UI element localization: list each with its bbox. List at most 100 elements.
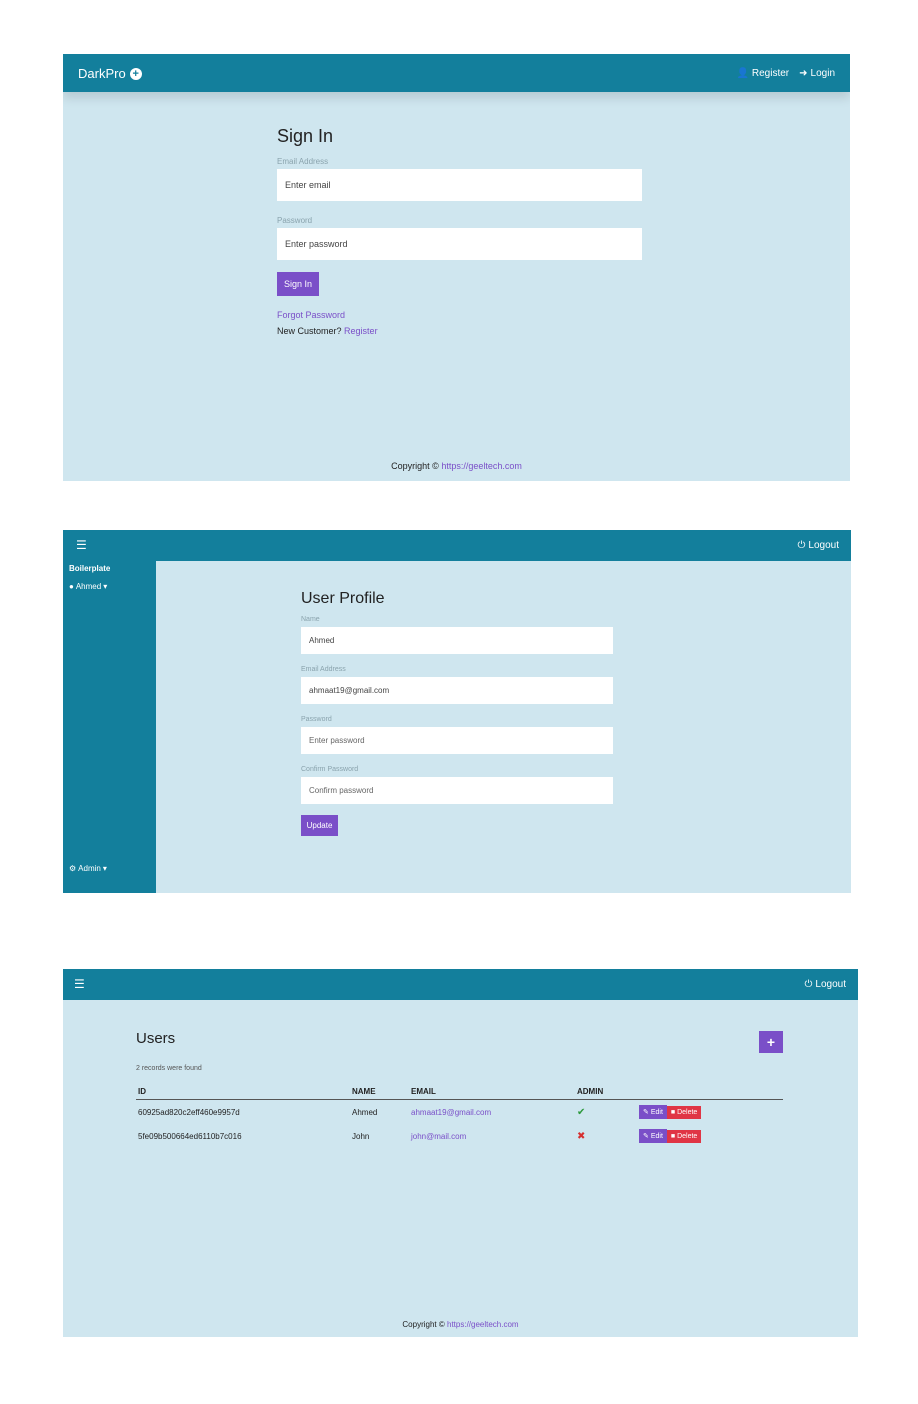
edit-button[interactable]: ✎ Edit	[639, 1105, 667, 1119]
logout-label: Logout	[808, 540, 839, 551]
delete-button[interactable]: ■ Delete	[666, 1106, 702, 1119]
table-row: 5fe09b500664ed6110b7c016 John john@mail.…	[136, 1124, 783, 1148]
table-row: 60925ad820c2eff460e9957d Ahmed ahmaat19@…	[136, 1100, 783, 1125]
admin-menu-label: Admin	[78, 864, 101, 873]
signin-screen: DarkPro + 👤 Register ➜ Login Sign In Ema…	[63, 54, 850, 481]
name-label: Name	[301, 616, 320, 623]
logout-label: Logout	[815, 979, 846, 990]
delete-label: Delete	[677, 1109, 698, 1116]
profile-title: User Profile	[301, 590, 385, 607]
admin-menu[interactable]: ⚙ Admin ▾	[69, 864, 107, 873]
signin-title: Sign In	[277, 126, 334, 146]
password-placeholder: Enter password	[309, 736, 365, 745]
user-circle-icon: ●	[69, 582, 74, 591]
copyright-text: Copyright ©	[391, 461, 439, 471]
times-circle-icon: ✖	[577, 1130, 586, 1142]
register-nav-link[interactable]: 👤 Register	[736, 68, 789, 79]
caret-down-icon: ▾	[103, 582, 108, 591]
topbar: ☰ ⏻ Logout	[63, 530, 851, 561]
row-actions: ✎ Edit ■ Delete	[637, 1124, 783, 1148]
edit-label: Edit	[650, 1133, 663, 1140]
user-plus-icon: 👤	[736, 68, 749, 79]
new-customer-text: New Customer?	[277, 326, 342, 336]
edit-label: Edit	[650, 1109, 663, 1116]
user-name: John	[352, 1131, 370, 1141]
delete-button[interactable]: ■ Delete	[666, 1130, 702, 1143]
user-email-link[interactable]: ahmaat19@gmail.com	[411, 1108, 491, 1117]
forgot-password-link[interactable]: Forgot Password	[277, 310, 345, 320]
confirm-password-placeholder: Confirm password	[309, 786, 374, 795]
column-header-actions	[637, 1084, 783, 1100]
password-field[interactable]: Enter password	[277, 228, 642, 260]
password-placeholder: Enter password	[285, 239, 348, 249]
menu-toggle-icon[interactable]: ☰	[74, 977, 85, 991]
email-field[interactable]: ahmaat19@gmail.com	[301, 677, 613, 704]
user-menu-label: Ahmed	[75, 582, 102, 591]
user-name: Ahmed	[352, 1107, 378, 1117]
column-header-email: EMAIL	[409, 1084, 575, 1100]
add-user-button[interactable]: +	[759, 1031, 783, 1053]
copyright-text: Copyright ©	[402, 1320, 445, 1329]
sign-in-icon: ➜	[799, 68, 808, 79]
nav-links: 👤 Register ➜ Login	[736, 68, 835, 79]
name-field[interactable]: Ahmed	[301, 627, 613, 654]
users-screen: ☰ ⏻ Logout Users + 2 records were found …	[63, 969, 858, 1337]
password-field[interactable]: Enter password	[301, 727, 613, 754]
power-icon: ⏻	[804, 979, 813, 990]
table-header-row: ID NAME EMAIL ADMIN	[136, 1084, 783, 1100]
topbar: ☰ ⏻ Logout	[63, 969, 858, 1000]
logout-link[interactable]: ⏻ Logout	[804, 979, 846, 990]
footer: Copyright © https://geeltech.com	[63, 461, 850, 471]
users-title: Users	[136, 1030, 176, 1047]
edit-button[interactable]: ✎ Edit	[639, 1129, 667, 1143]
users-table: ID NAME EMAIL ADMIN 60925ad820c2eff460e9…	[136, 1084, 783, 1148]
sidebar: Boilerplate ● Ahmed ▾ ⚙ Admin ▾	[63, 561, 156, 893]
user-id: 5fe09b500664ed6110b7c016	[138, 1131, 242, 1141]
update-button[interactable]: Update	[301, 815, 338, 836]
plus-circle-icon: +	[129, 67, 142, 80]
check-circle-icon: ✔	[577, 1106, 586, 1118]
email-value: ahmaat19@gmail.com	[309, 686, 390, 695]
column-header-name: NAME	[350, 1084, 409, 1100]
gear-icon: ⚙	[69, 864, 77, 873]
navbar: DarkPro + 👤 Register ➜ Login	[63, 54, 850, 92]
row-actions: ✎ Edit ■ Delete	[637, 1100, 783, 1125]
sidebar-title: Boilerplate	[69, 564, 111, 573]
profile-screen: ☰ ⏻ Logout Boilerplate ● Ahmed ▾ ⚙ Admin…	[63, 530, 851, 893]
confirm-password-field[interactable]: Confirm password	[301, 777, 613, 804]
brand-logo[interactable]: DarkPro +	[78, 66, 142, 81]
footer-link[interactable]: https://geeltech.com	[441, 461, 522, 471]
name-value: Ahmed	[309, 636, 335, 645]
email-placeholder: Enter email	[285, 180, 331, 190]
user-menu[interactable]: ● Ahmed ▾	[69, 582, 107, 591]
password-label: Password	[301, 716, 332, 723]
records-count: 2 records were found	[136, 1065, 202, 1072]
sign-in-button[interactable]: Sign In	[277, 272, 319, 296]
column-header-id: ID	[136, 1084, 350, 1100]
menu-toggle-icon[interactable]: ☰	[76, 538, 87, 552]
footer-link[interactable]: https://geeltech.com	[447, 1320, 519, 1329]
trash-icon: ■	[670, 1133, 676, 1140]
caret-down-icon: ▾	[102, 864, 107, 873]
logout-link[interactable]: ⏻ Logout	[797, 540, 839, 551]
email-label: Email Address	[277, 157, 329, 166]
user-email-link[interactable]: john@mail.com	[411, 1132, 466, 1141]
login-nav-label: Login	[810, 68, 835, 79]
email-field[interactable]: Enter email	[277, 169, 642, 201]
login-nav-link[interactable]: ➜ Login	[799, 68, 835, 79]
delete-label: Delete	[677, 1133, 698, 1140]
power-icon: ⏻	[797, 540, 806, 551]
edit-icon: ✎	[643, 1133, 649, 1140]
edit-icon: ✎	[643, 1109, 649, 1116]
trash-icon: ■	[670, 1109, 676, 1116]
user-id: 60925ad820c2eff460e9957d	[138, 1107, 240, 1117]
register-link[interactable]: Register	[344, 326, 378, 336]
register-nav-label: Register	[751, 68, 790, 79]
confirm-password-label: Confirm Password	[301, 766, 359, 773]
brand-name: DarkPro	[78, 66, 126, 81]
column-header-admin: ADMIN	[575, 1084, 637, 1100]
password-label: Password	[277, 216, 313, 225]
new-customer-line: New Customer? Register	[277, 326, 378, 336]
email-label: Email Address	[301, 666, 346, 673]
footer: Copyright © https://geeltech.com	[63, 1320, 858, 1329]
